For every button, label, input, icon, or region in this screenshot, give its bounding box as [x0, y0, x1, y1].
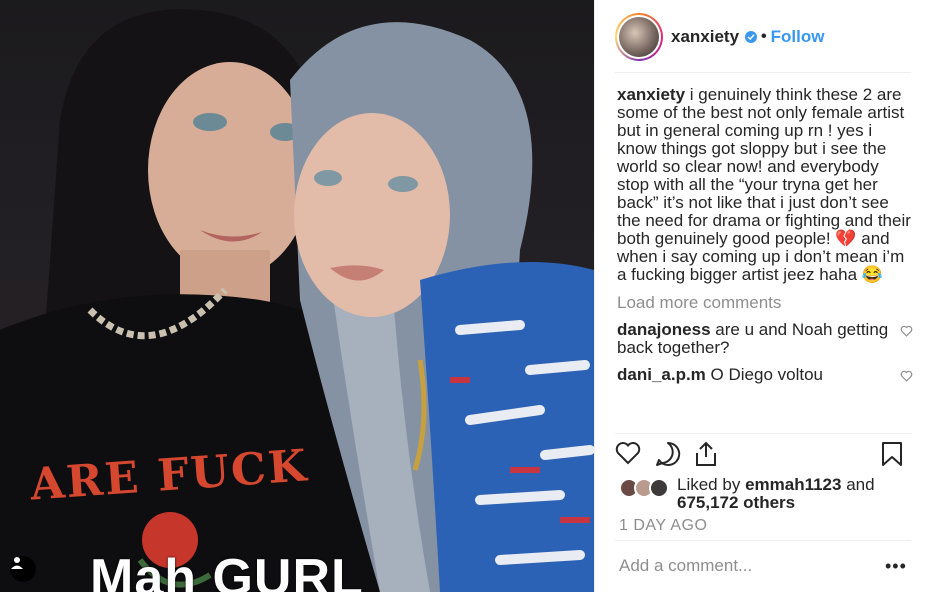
add-comment-input[interactable]: Add a comment... — [619, 556, 869, 576]
comment-item: danajoness are u and Noah getting back t… — [617, 321, 913, 357]
check-icon — [747, 33, 755, 40]
user-tag-glyph — [11, 557, 23, 569]
comment-item: dani_a.p.m O Diego voltou — [617, 366, 913, 384]
comment-text: O Diego voltou — [710, 365, 823, 384]
post-caption: xanxiety i genuinely think these 2 are s… — [617, 86, 913, 284]
separator-dot: • — [761, 27, 767, 45]
avatar-inner — [617, 14, 661, 59]
comment-author[interactable]: danajoness — [617, 320, 711, 339]
share-icon[interactable] — [693, 441, 719, 467]
likes-summary: Liked by emmah1123 and 675,172 others — [619, 476, 911, 512]
liker-avatars — [619, 478, 675, 500]
likes-prefix: Liked by — [677, 475, 741, 494]
photo-overlay-text: Mah GURL — [90, 549, 364, 592]
more-options-icon[interactable]: ••• — [885, 556, 907, 577]
comment-like-icon[interactable] — [900, 370, 913, 382]
add-comment-divider — [615, 540, 911, 541]
post-header: xanxiety • Follow — [595, 0, 930, 73]
comment-author[interactable]: dani_a.p.m — [617, 365, 706, 384]
likes-others-count[interactable]: 675,172 others — [677, 493, 795, 512]
post-timestamp[interactable]: 1 DAY AGO — [619, 517, 707, 535]
verified-badge-icon — [745, 30, 758, 43]
header-username[interactable]: xanxiety — [671, 27, 739, 47]
post-details-panel: xanxiety • Follow xanxiety i genuinely t… — [594, 0, 930, 592]
comment-icon[interactable] — [655, 441, 681, 467]
comment-like-icon[interactable] — [900, 325, 913, 337]
profile-avatar-ring[interactable] — [615, 12, 663, 61]
heart-icon[interactable] — [615, 441, 641, 465]
header-divider — [615, 72, 911, 73]
bookmark-icon[interactable] — [881, 441, 903, 467]
caption-body: i genuinely think these 2 are some of th… — [617, 86, 911, 284]
follow-button[interactable]: Follow — [771, 27, 825, 47]
liked-by-user[interactable]: emmah1123 — [745, 475, 841, 494]
comments-section: xanxiety i genuinely think these 2 are s… — [617, 86, 913, 433]
load-more-comments-button[interactable]: Load more comments — [617, 294, 913, 312]
user-tag-icon[interactable] — [10, 556, 36, 582]
avatar — [649, 478, 669, 498]
post-photo[interactable]: ARE FUCK Mah GURL — [0, 0, 594, 592]
caption-author[interactable]: xanxiety — [617, 86, 685, 104]
actions-divider — [615, 433, 911, 434]
action-bar — [615, 441, 911, 471]
avatar — [619, 16, 659, 57]
likes-and: and — [846, 475, 875, 494]
